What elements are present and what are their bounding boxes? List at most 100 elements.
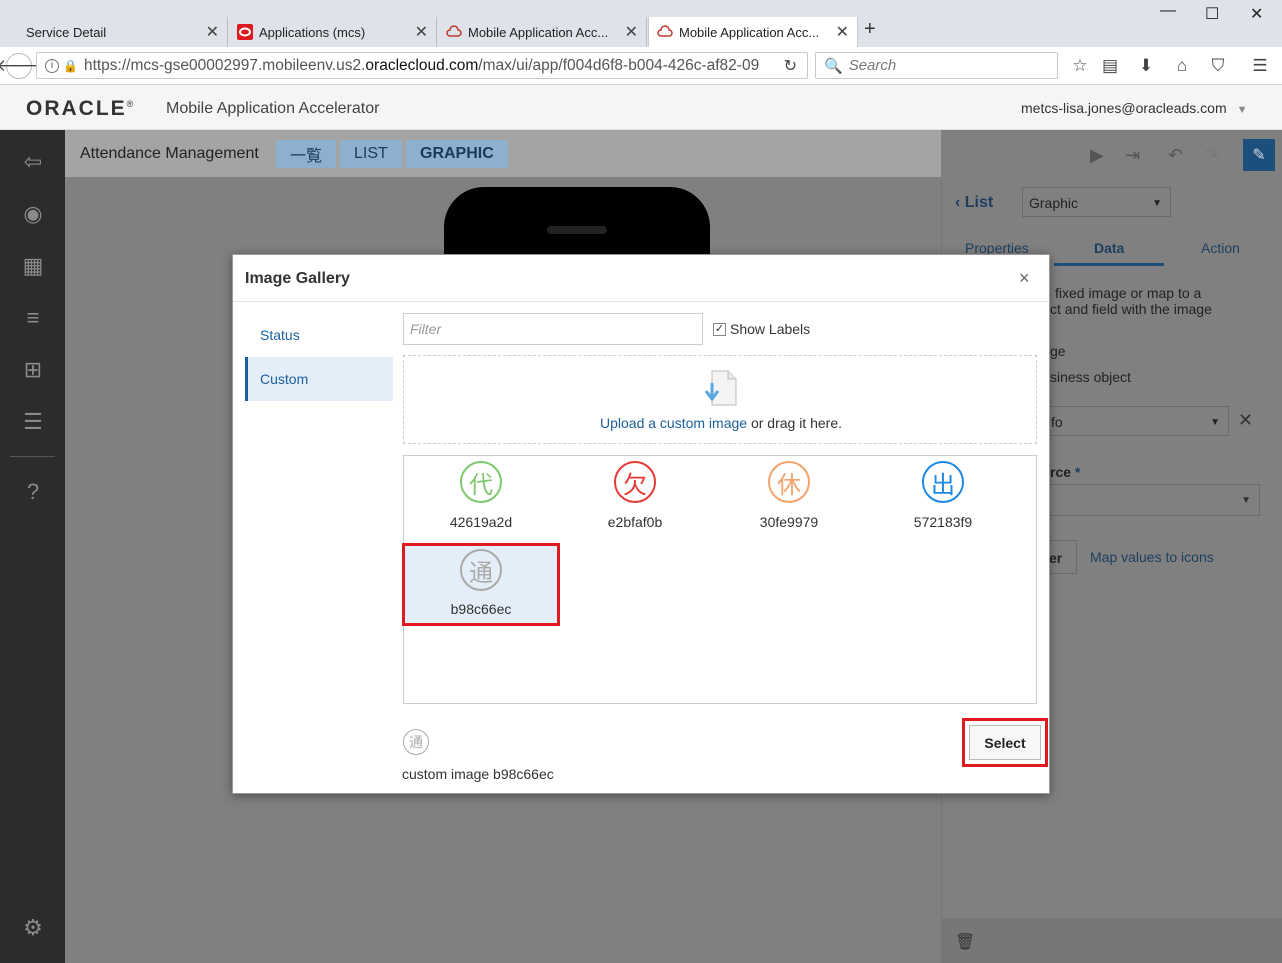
exit-icon[interactable]: ⇦	[18, 149, 48, 175]
export-icon[interactable]: ⇥	[1125, 145, 1140, 166]
maximize-icon[interactable]: ☐	[1205, 4, 1219, 24]
attendance-icon: 出	[922, 461, 964, 503]
reading-list-icon[interactable]: ▤	[1096, 55, 1124, 77]
data-description: fixed image or map to a	[1055, 285, 1202, 301]
image-label: b98c66ec	[450, 601, 512, 617]
tab-title: Mobile Application Acc...	[468, 24, 609, 40]
image-label: e2bfaf0b	[607, 514, 663, 530]
help-icon[interactable]: ?	[18, 479, 48, 505]
tab-maa-1[interactable]: Mobile Application Acc... ✕	[438, 17, 647, 47]
lock-icon: 🔒	[63, 58, 78, 73]
business-object-select[interactable]: fo ▼	[1045, 406, 1229, 436]
oracle-favicon-icon	[237, 24, 253, 40]
image-grid: 代 42619a2d 欠 e2bfaf0b 休 30fe9979 出 57218…	[402, 455, 1037, 704]
screens-icon[interactable]: ▦	[18, 253, 48, 279]
info-icon[interactable]: i	[45, 58, 59, 73]
bookmark-star-icon[interactable]: ☆	[1066, 55, 1094, 77]
dialog-title: Image Gallery	[245, 270, 350, 287]
map-values-link[interactable]: Map values to icons	[1090, 549, 1214, 565]
component-select[interactable]: Graphic ▼	[1022, 187, 1171, 217]
show-labels-checkbox[interactable]: ✓ Show Labels	[713, 321, 810, 337]
play-icon[interactable]: ▶	[1090, 145, 1104, 166]
hierarchy-icon[interactable]: ⊞	[18, 357, 48, 383]
image-tile-b98c66ec-selected[interactable]: 通 b98c66ec	[402, 543, 560, 626]
dialog-header	[233, 255, 1049, 302]
image-tile-572183f9[interactable]: 出 572183f9	[866, 456, 1020, 542]
reload-icon[interactable]: ↻	[784, 56, 797, 76]
user-menu[interactable]: metcs-lisa.jones@oracleads.com ▼	[1021, 100, 1248, 116]
url-domain: oraclecloud.com	[365, 56, 479, 74]
tab-title: Applications (mcs)	[259, 24, 366, 40]
breadcrumb-app[interactable]: Attendance Management	[66, 140, 273, 168]
list-icon[interactable]: ☰	[18, 409, 48, 435]
url-prefix: https://mcs-gse00002997.mobileenv.us2.	[83, 56, 366, 74]
tab-action[interactable]: Action	[1201, 240, 1240, 256]
close-tab-icon[interactable]: ✕	[415, 22, 428, 42]
search-placeholder: Search	[848, 57, 897, 74]
back-icon[interactable]: 🡐	[0, 53, 42, 79]
checkmark-icon[interactable]: ✓	[713, 322, 726, 336]
gear-icon[interactable]: ⚙	[18, 915, 48, 941]
tab-title: Mobile Application Acc...	[679, 24, 820, 40]
breadcrumb-graphic[interactable]: GRAPHIC	[406, 140, 508, 168]
url-suffix: /max/ui/app/f004d6f8-b004-426c-af82-09	[478, 56, 760, 74]
close-icon[interactable]: ×	[1019, 268, 1030, 289]
app-name: Mobile Application Accelerator	[166, 100, 380, 117]
close-tab-icon[interactable]: ✕	[625, 22, 638, 42]
holiday-icon: 休	[768, 461, 810, 503]
compass-icon[interactable]: ◉	[18, 201, 48, 227]
edit-pencil-icon[interactable]: ✎	[1243, 139, 1275, 171]
option-fixed-image[interactable]: ge	[1050, 343, 1066, 359]
absence-icon: 欠	[614, 461, 656, 503]
close-tab-icon[interactable]: ✕	[206, 22, 219, 42]
filter-input[interactable]: Filter	[403, 313, 703, 345]
upload-dropzone[interactable]: Upload a custom image or drag it here.	[403, 355, 1037, 444]
image-label: 572183f9	[913, 514, 973, 530]
clear-icon[interactable]: ✕	[1238, 410, 1253, 431]
back-to-list-link[interactable]: ‹ List	[955, 194, 993, 212]
commute-icon: 通	[460, 549, 502, 591]
upload-file-icon	[700, 369, 740, 414]
source-select[interactable]: ▼	[1045, 484, 1260, 516]
search-icon: 🔍	[824, 57, 843, 75]
pocket-icon[interactable]: ⛉	[1204, 55, 1232, 77]
select-highlight: Select	[962, 718, 1048, 767]
tab-service-detail[interactable]: Service Detail ✕	[18, 17, 228, 47]
chevron-down-icon: ▼	[1236, 104, 1248, 116]
search-input[interactable]: 🔍 Search	[815, 52, 1058, 79]
trash-icon[interactable]: 🗑	[955, 932, 975, 952]
close-window-icon[interactable]: ✕	[1250, 4, 1263, 24]
source-label: rce *	[1050, 464, 1081, 480]
tab-applications[interactable]: Applications (mcs) ✕	[229, 17, 437, 47]
selected-preview-label: custom image b98c66ec	[402, 766, 554, 782]
tab-maa-active[interactable]: Mobile Application Acc... ✕	[648, 17, 858, 47]
new-tab-icon[interactable]: +	[864, 18, 876, 41]
nav-custom[interactable]: Custom	[245, 357, 393, 401]
tab-title: Service Detail	[26, 24, 107, 40]
minimize-icon[interactable]: —	[1160, 2, 1176, 20]
option-business-object[interactable]: siness object	[1050, 369, 1131, 385]
upload-link[interactable]: Upload a custom image	[600, 415, 747, 431]
database-icon[interactable]: ≡	[18, 305, 48, 331]
select-button[interactable]: Select	[969, 725, 1041, 760]
undo-icon[interactable]: ↶	[1168, 145, 1183, 166]
home-icon[interactable]: ⌂	[1168, 55, 1196, 77]
image-tile-e2bfaf0b[interactable]: 欠 e2bfaf0b	[558, 456, 712, 542]
url-bar[interactable]: i 🔒 https://mcs-gse00002997.mobileenv.us…	[36, 52, 808, 79]
panel-footer	[941, 918, 1282, 963]
active-tab-indicator	[1054, 263, 1164, 266]
close-tab-icon[interactable]: ✕	[836, 22, 849, 42]
show-labels-text: Show Labels	[730, 321, 811, 337]
menu-icon[interactable]: ☰	[1246, 55, 1274, 77]
breadcrumb-list[interactable]: LIST	[340, 140, 402, 168]
image-tile-30fe9979[interactable]: 休 30fe9979	[712, 456, 866, 542]
nav-status[interactable]: Status	[245, 313, 393, 357]
tab-data[interactable]: Data	[1094, 240, 1124, 256]
breadcrumb-ichiran[interactable]: 一覧	[276, 140, 337, 168]
upload-text: Upload a custom image or drag it here.	[599, 415, 842, 431]
image-label: 30fe9979	[759, 514, 819, 530]
redo-icon[interactable]: ↷	[1204, 145, 1219, 166]
image-tile-42619a2d[interactable]: 代 42619a2d	[404, 456, 558, 542]
download-icon[interactable]: ⬇	[1132, 55, 1160, 77]
cloud-favicon-icon	[446, 24, 462, 40]
